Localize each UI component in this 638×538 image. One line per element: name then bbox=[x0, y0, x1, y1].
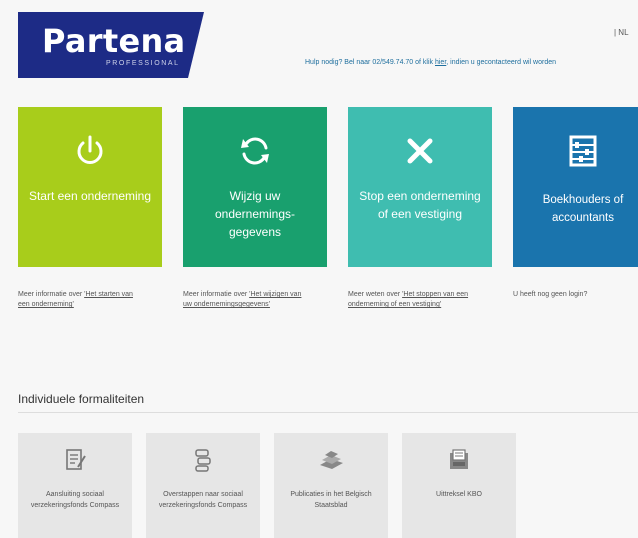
info-text: Meer weten over bbox=[348, 291, 403, 298]
logo-subtext: PROFESSIONAL bbox=[106, 60, 180, 67]
tile-label: Boekhouders of accountants bbox=[542, 194, 624, 224]
help-link[interactable]: hier bbox=[435, 59, 446, 66]
publication-icon bbox=[274, 447, 388, 473]
info-wijzig: Meer informatie over 'Het wijzigen van u… bbox=[183, 290, 308, 310]
language-switch[interactable]: | NL bbox=[614, 28, 629, 37]
info-login: U heeft nog geen login? bbox=[513, 290, 638, 300]
logo-text: Partena bbox=[42, 22, 186, 60]
tile-label: Wijzig uw ondernemings-gegevens bbox=[214, 189, 296, 239]
close-icon bbox=[348, 131, 492, 171]
extract-icon bbox=[402, 447, 516, 473]
card-label: Publicaties in het Belgisch Staatsblad bbox=[290, 491, 372, 509]
tile-wijzig-gegevens[interactable]: Wijzig uw ondernemings-gegevens bbox=[183, 107, 327, 267]
tile-label: Start een onderneming bbox=[28, 189, 152, 203]
card-label: Overstappen naar sociaal verzekeringsfon… bbox=[158, 491, 248, 509]
abacus-icon bbox=[513, 131, 638, 171]
info-start: Meer informatie over 'Het starten van ee… bbox=[18, 290, 143, 310]
info-text: Meer informatie over bbox=[183, 291, 250, 298]
info-text[interactable]: U heeft nog geen login? bbox=[513, 291, 587, 298]
tile-start-onderneming[interactable]: Start een onderneming bbox=[18, 107, 162, 267]
help-text: Hulp nodig? Bel naar 02/549.74.70 of kli… bbox=[305, 59, 435, 66]
tile-stop-onderneming[interactable]: Stop een onderneming of een vestiging bbox=[348, 107, 492, 267]
refresh-icon bbox=[183, 131, 327, 171]
card-overstappen[interactable]: Overstappen naar sociaal verzekeringsfon… bbox=[146, 433, 260, 538]
section-title: Individuele formaliteiten bbox=[18, 392, 145, 406]
tile-label: Stop een onderneming of een vestiging bbox=[359, 189, 481, 221]
card-publicaties[interactable]: Publicaties in het Belgisch Staatsblad bbox=[274, 433, 388, 538]
card-label: Aansluiting sociaal verzekeringsfonds Co… bbox=[30, 491, 120, 509]
info-text: Meer informatie over bbox=[18, 291, 85, 298]
help-suffix: , indien u gecontacteerd wil worden bbox=[446, 59, 557, 66]
info-stop: Meer weten over 'Het stoppen van een ond… bbox=[348, 290, 473, 310]
help-line: Hulp nodig? Bel naar 02/549.74.70 of kli… bbox=[305, 59, 638, 66]
tile-boekhouders[interactable]: Boekhouders of accountants bbox=[513, 107, 638, 267]
section-divider bbox=[18, 412, 638, 413]
card-uittreksel-kbo[interactable]: Uittreksel KBO bbox=[402, 433, 516, 538]
card-label: Uittreksel KBO bbox=[436, 491, 482, 498]
partena-logo[interactable]: Partena PROFESSIONAL bbox=[18, 12, 204, 78]
card-aansluiting[interactable]: Aansluiting sociaal verzekeringsfonds Co… bbox=[18, 433, 132, 538]
document-edit-icon bbox=[18, 447, 132, 473]
power-icon bbox=[18, 131, 162, 171]
transfer-icon bbox=[146, 447, 260, 473]
